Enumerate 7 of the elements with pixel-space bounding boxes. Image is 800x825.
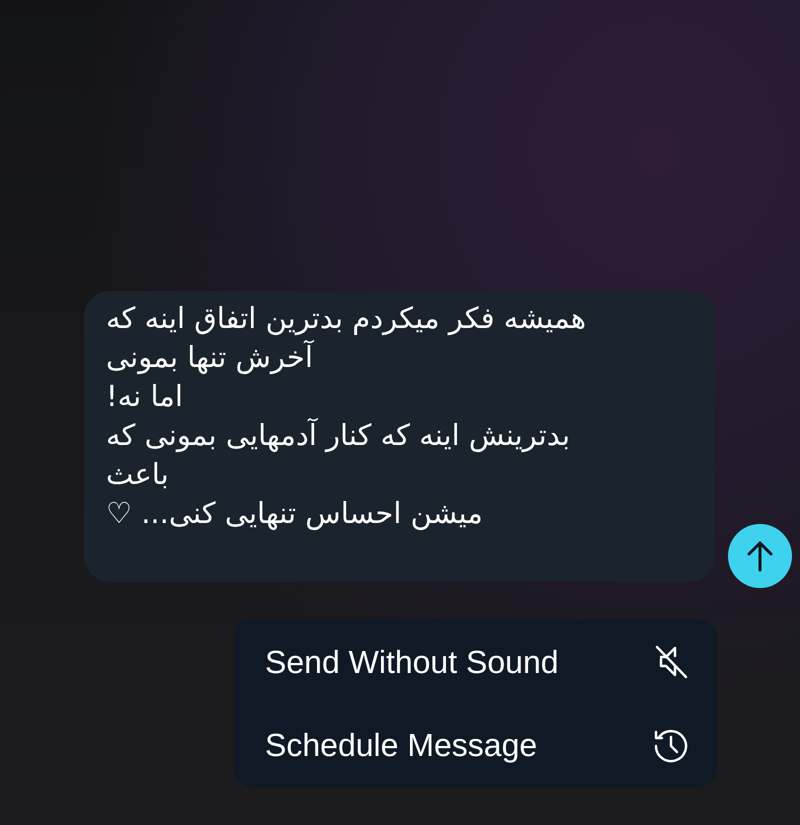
- message-text: همیشه فکر میکردم بدترین اتفاق اینه که آخرش تنها بمونی اما نه! بدترینش اینه که کنار آدمهایی بمونی که باعث میشن احساس تنهایی کنی... ♡: [106, 300, 586, 532]
- arrow-up-icon: [746, 540, 774, 572]
- menu-item-label: Schedule Message: [265, 726, 538, 765]
- menu-item[interactable]: Schedule Message: [234, 703, 717, 786]
- menu-item[interactable]: Send Without Sound: [234, 620, 717, 703]
- menu-item-label: Send Without Sound: [265, 642, 559, 682]
- muted-speaker-icon: [653, 644, 689, 680]
